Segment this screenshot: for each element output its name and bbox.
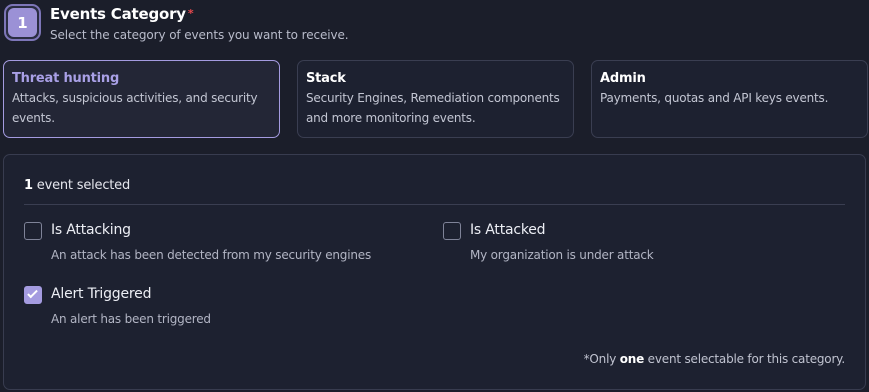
event-description: An attack has been detected from my secu… bbox=[51, 248, 371, 262]
category-title: Threat hunting bbox=[12, 71, 120, 86]
selection-footnote: *Only one event selectable for this cate… bbox=[583, 352, 846, 366]
category-description: Attacks, suspicious activities, and secu… bbox=[12, 91, 258, 125]
divider bbox=[24, 204, 845, 205]
step-number-badge: 1 bbox=[4, 4, 41, 41]
step-subtitle: Select the category of events you want t… bbox=[50, 28, 349, 42]
category-description: Payments, quotas and API keys events. bbox=[600, 91, 829, 105]
events-panel: 1 event selected Is Attacking An attack … bbox=[3, 154, 866, 390]
step-header: 1 Events Category * Select the category o… bbox=[4, 4, 349, 42]
category-card-threat-hunting[interactable]: Threat hunting Attacks, suspicious activ… bbox=[3, 60, 280, 138]
step-title-text: Events Category bbox=[50, 5, 186, 23]
category-card-admin[interactable]: Admin Payments, quotas and API keys even… bbox=[591, 60, 868, 138]
category-title: Stack bbox=[306, 71, 346, 86]
step-number: 1 bbox=[8, 8, 37, 37]
category-title: Admin bbox=[600, 71, 646, 86]
is-attacking-checkbox[interactable] bbox=[24, 222, 42, 240]
footnote-suffix: event selectable for this category. bbox=[644, 352, 846, 366]
selected-count: 1 event selected bbox=[24, 178, 130, 193]
alert-triggered-checkbox[interactable] bbox=[24, 286, 42, 304]
footnote-prefix: *Only bbox=[583, 352, 620, 366]
step-title: Events Category * bbox=[50, 5, 349, 23]
step-text: Events Category * Select the category of … bbox=[50, 4, 349, 42]
selected-count-label: event selected bbox=[32, 178, 131, 193]
event-label: Is Attacking bbox=[51, 222, 131, 238]
footnote-emphasis: one bbox=[619, 352, 645, 366]
category-card-stack[interactable]: Stack Security Engines, Remediation comp… bbox=[297, 60, 574, 138]
category-cards: Threat hunting Attacks, suspicious activ… bbox=[3, 60, 868, 138]
event-label: Alert Triggered bbox=[51, 286, 152, 302]
event-label: Is Attacked bbox=[470, 222, 546, 238]
check-icon bbox=[27, 287, 38, 299]
is-attacked-checkbox[interactable] bbox=[443, 222, 461, 240]
event-description: My organization is under attack bbox=[470, 248, 654, 262]
required-marker: * bbox=[187, 7, 194, 20]
event-description: An alert has been triggered bbox=[51, 312, 211, 326]
selected-count-number: 1 bbox=[24, 178, 33, 193]
category-description: Security Engines, Remediation components… bbox=[306, 91, 560, 125]
